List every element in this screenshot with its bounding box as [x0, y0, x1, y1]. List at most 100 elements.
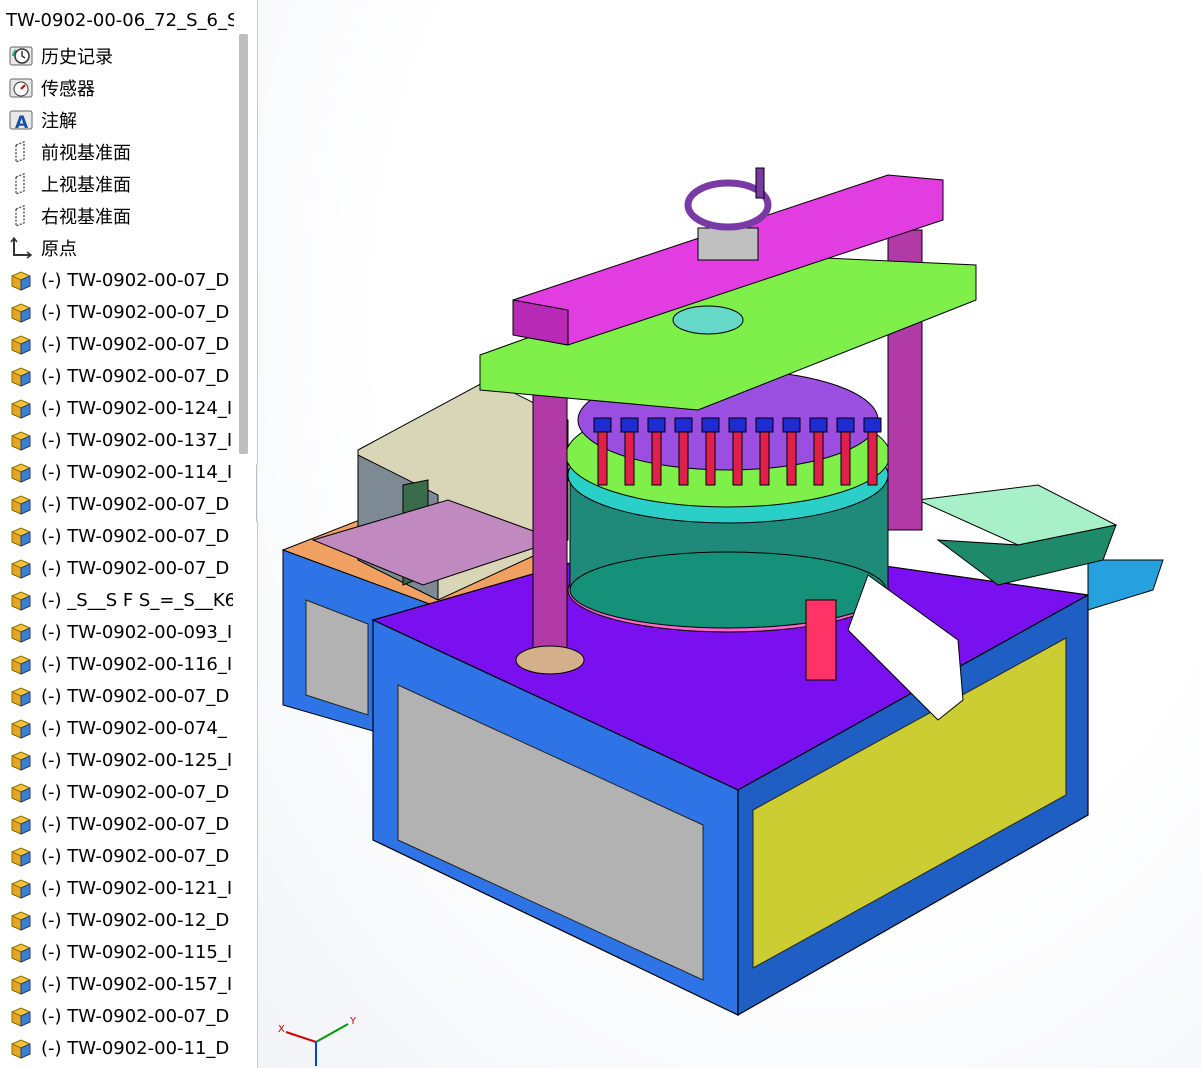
- tree-item-part[interactable]: (-) TW-0902-00-07_D: [0, 1000, 233, 1032]
- tree-item-label: (-) TW-0902-00-07_D: [41, 333, 230, 355]
- tree-item-part[interactable]: (-) TW-0902-00-07_D: [0, 520, 233, 552]
- part-icon: [7, 746, 35, 774]
- tree-item-part[interactable]: (-) TW-0902-00-157_I: [0, 968, 233, 1000]
- part-icon: [7, 874, 35, 902]
- drum-pin-head: [674, 417, 693, 433]
- tree-item-label: (-) TW-0902-00-157_I: [41, 973, 233, 995]
- drum-pin: [732, 429, 743, 486]
- tree-item-part[interactable]: (-) _S__S F S_=_S__K6: [0, 584, 233, 616]
- part-icon: [7, 682, 35, 710]
- tree-item-label: 注解: [41, 111, 77, 132]
- part-icon: [7, 586, 35, 614]
- tree-item-label: (-) TW-0902-00-07_D: [41, 269, 230, 291]
- part-icon: [7, 970, 35, 998]
- tree-item-part[interactable]: (-) TW-0902-00-07_D: [0, 840, 233, 872]
- tree-item-label: 传感器: [41, 79, 95, 100]
- tree-item-history[interactable]: 历史记录: [0, 40, 233, 72]
- drum-pin-head: [593, 417, 612, 433]
- part-icon: [7, 618, 35, 646]
- drum-lower-edge: [569, 551, 887, 629]
- drum-pin-head: [863, 417, 882, 433]
- sensor-icon: [7, 74, 35, 102]
- tree-item-label: (-) TW-0902-00-124_I: [41, 397, 233, 419]
- tree-item-label: (-) TW-0902-00-116_I: [41, 653, 233, 675]
- tree-item-label: (-) TW-0902-00-07_D: [41, 685, 230, 707]
- drum-pin-head: [782, 417, 801, 433]
- svg-text:A: A: [15, 113, 29, 133]
- drum-pin: [786, 429, 797, 486]
- tree-item-label: 原点: [41, 239, 77, 260]
- tree-item-part[interactable]: (-) TW-0902-00-07_D: [0, 328, 233, 360]
- tree-item-part[interactable]: (-) TW-0902-00-07_D: [0, 264, 233, 296]
- feature-tree-list: 历史记录传感器 A 注解前视基准面上视基准面右视基准面原点 (-) TW-0902-0…: [0, 40, 233, 1064]
- column-base-flange: [515, 645, 585, 675]
- tree-item-part[interactable]: (-) TW-0902-00-12_D: [0, 904, 233, 936]
- tree-item-label: (-) TW-0902-00-074_: [41, 717, 227, 739]
- tree-item-part[interactable]: (-) TW-0902-00-124_I: [0, 392, 233, 424]
- tree-item-label: (-) TW-0902-00-07_D: [41, 1005, 230, 1027]
- tree-item-part[interactable]: (-) TW-0902-00-121_I: [0, 872, 233, 904]
- right-conveyor[interactable]: [1087, 559, 1164, 611]
- tree-item-label: 前视基准面: [41, 143, 131, 164]
- tree-item-part[interactable]: (-) TW-0902-00-07_D: [0, 680, 233, 712]
- tree-item-part[interactable]: (-) TW-0902-00-07_D: [0, 808, 233, 840]
- assembly-title[interactable]: TW-0902-00-06_72_S_6_S: [6, 10, 234, 31]
- part-icon: [7, 458, 35, 486]
- tree-item-part[interactable]: (-) TW-0902-00-093_I: [0, 616, 233, 648]
- part-icon: [7, 938, 35, 966]
- tree-item-label: (-) TW-0902-00-121_I: [41, 877, 233, 899]
- tree-scrollbar-thumb[interactable]: [239, 34, 248, 454]
- tree-item-label: 历史记录: [41, 47, 113, 68]
- part-icon: [7, 650, 35, 678]
- tree-item-plane[interactable]: 前视基准面: [0, 136, 233, 168]
- tree-item-part[interactable]: (-) TW-0902-00-07_D: [0, 776, 233, 808]
- tree-item-part[interactable]: (-) TW-0902-00-125_I: [0, 744, 233, 776]
- tree-item-part[interactable]: (-) TW-0902-00-115_I: [0, 936, 233, 968]
- tree-item-part[interactable]: (-) TW-0902-00-074_: [0, 712, 233, 744]
- tree-item-label: (-) TW-0902-00-093_I: [41, 621, 233, 643]
- tree-item-origin[interactable]: 原点: [0, 232, 233, 264]
- tree-item-part[interactable]: (-) TW-0902-00-11_D: [0, 1032, 233, 1064]
- tree-item-part[interactable]: (-) TW-0902-00-137_I: [0, 424, 233, 456]
- part-icon: [7, 490, 35, 518]
- plane-icon: [7, 170, 35, 198]
- feature-tree-panel: TW-0902-00-06_72_S_6_S 历史记录传感器 A 注解前视基准面上视…: [0, 0, 258, 1068]
- tree-item-label: (-) TW-0902-00-115_I: [41, 941, 233, 963]
- annotation-icon: A: [7, 106, 35, 134]
- center-bearing: [672, 305, 744, 335]
- tree-item-label: (-) TW-0902-00-07_D: [41, 813, 230, 835]
- tree-item-label: (-) TW-0902-00-114_I: [41, 461, 233, 483]
- tree-item-label: 右视基准面: [41, 207, 131, 228]
- y-axis-label: Y: [349, 1016, 357, 1027]
- machine-3d-model[interactable]: [258, 0, 1201, 1068]
- tree-item-part[interactable]: (-) TW-0902-00-07_D: [0, 296, 233, 328]
- tree-item-label: (-) _S__S F S_=_S__K6: [41, 589, 233, 611]
- tree-item-part[interactable]: (-) TW-0902-00-07_D: [0, 360, 233, 392]
- tree-item-label: (-) TW-0902-00-125_I: [41, 749, 233, 771]
- tree-item-part[interactable]: (-) TW-0902-00-07_D: [0, 552, 233, 584]
- tree-item-label: (-) TW-0902-00-07_D: [41, 557, 230, 579]
- part-icon: [7, 906, 35, 934]
- part-icon: [7, 1034, 35, 1062]
- origin-icon: [7, 234, 35, 262]
- part-icon: [7, 362, 35, 390]
- tree-item-plane[interactable]: 右视基准面: [0, 200, 233, 232]
- part-icon: [7, 426, 35, 454]
- part-icon: [7, 778, 35, 806]
- graphics-viewport[interactable]: X Y: [258, 0, 1201, 1068]
- part-icon: [7, 330, 35, 358]
- plane-icon: [7, 138, 35, 166]
- tree-item-annotation[interactable]: A 注解: [0, 104, 233, 136]
- tree-item-part[interactable]: (-) TW-0902-00-114_I: [0, 456, 233, 488]
- axis-triad: X Y: [278, 1016, 357, 1066]
- tree-item-part[interactable]: (-) TW-0902-00-116_I: [0, 648, 233, 680]
- tree-item-sensor[interactable]: 传感器: [0, 72, 233, 104]
- x-axis-icon: [285, 1031, 317, 1043]
- tree-item-plane[interactable]: 上视基准面: [0, 168, 233, 200]
- part-icon: [7, 522, 35, 550]
- tree-item-label: (-) TW-0902-00-07_D: [41, 365, 230, 387]
- part-icon: [7, 1002, 35, 1030]
- tree-item-part[interactable]: (-) TW-0902-00-07_D: [0, 488, 233, 520]
- tree-item-label: (-) TW-0902-00-12_D: [41, 909, 230, 931]
- drum-pin: [840, 429, 851, 486]
